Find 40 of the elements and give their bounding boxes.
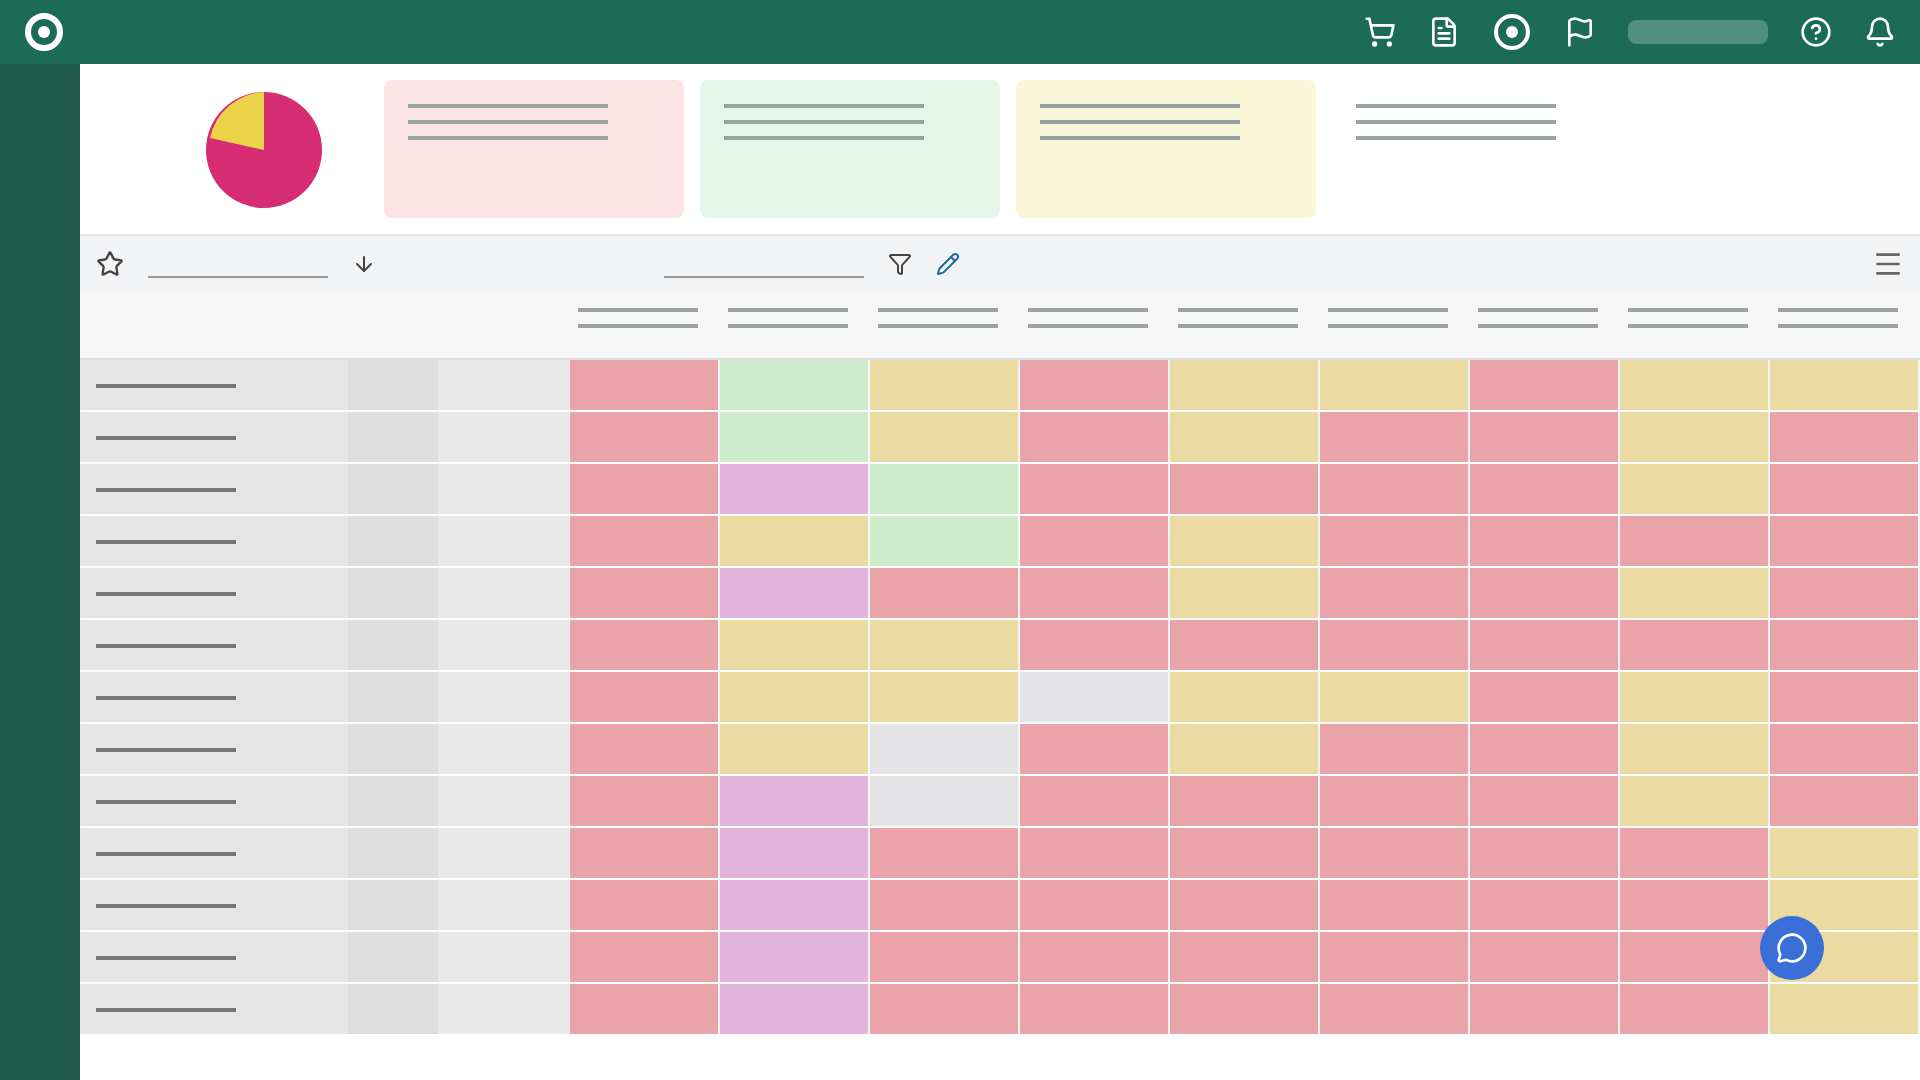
logo-icon [24, 12, 64, 52]
pie-chart-drawing [204, 89, 324, 209]
table-cell [348, 568, 438, 618]
table-cell [348, 672, 438, 722]
table-cell [348, 412, 438, 462]
table-cell [348, 880, 438, 930]
help-icon[interactable] [1800, 16, 1832, 48]
table-cell [437, 516, 570, 566]
sort-icon[interactable] [352, 252, 376, 276]
table-cell [348, 776, 438, 826]
table-cell [348, 464, 438, 514]
chat-icon [1776, 932, 1808, 964]
table-cell [348, 360, 438, 410]
table-cell [437, 412, 570, 462]
table-cell [348, 724, 438, 774]
table-cell [348, 932, 438, 982]
star-icon[interactable] [96, 250, 124, 278]
table-cell [348, 620, 438, 670]
table-cell [348, 828, 438, 878]
pencil-icon[interactable] [936, 252, 960, 276]
table-cell [437, 984, 570, 1034]
flag-icon[interactable] [1564, 16, 1596, 48]
table-cell [437, 724, 570, 774]
table-cell [437, 828, 570, 878]
cart-icon[interactable] [1364, 16, 1396, 48]
circle-icon[interactable] [1492, 12, 1532, 52]
table-cell [437, 464, 570, 514]
table-cell [437, 880, 570, 930]
table-cell [437, 672, 570, 722]
table-cell [437, 932, 570, 982]
document-icon[interactable] [1428, 16, 1460, 48]
table-cell [348, 984, 438, 1034]
table-cell [437, 360, 570, 410]
table-cell [348, 516, 438, 566]
menu-icon[interactable] [1872, 248, 1904, 280]
filter-icon[interactable] [888, 252, 912, 276]
notification-icon[interactable] [1864, 16, 1896, 48]
table-cell [437, 568, 570, 618]
table-cell [437, 620, 570, 670]
table-cell [437, 776, 570, 826]
